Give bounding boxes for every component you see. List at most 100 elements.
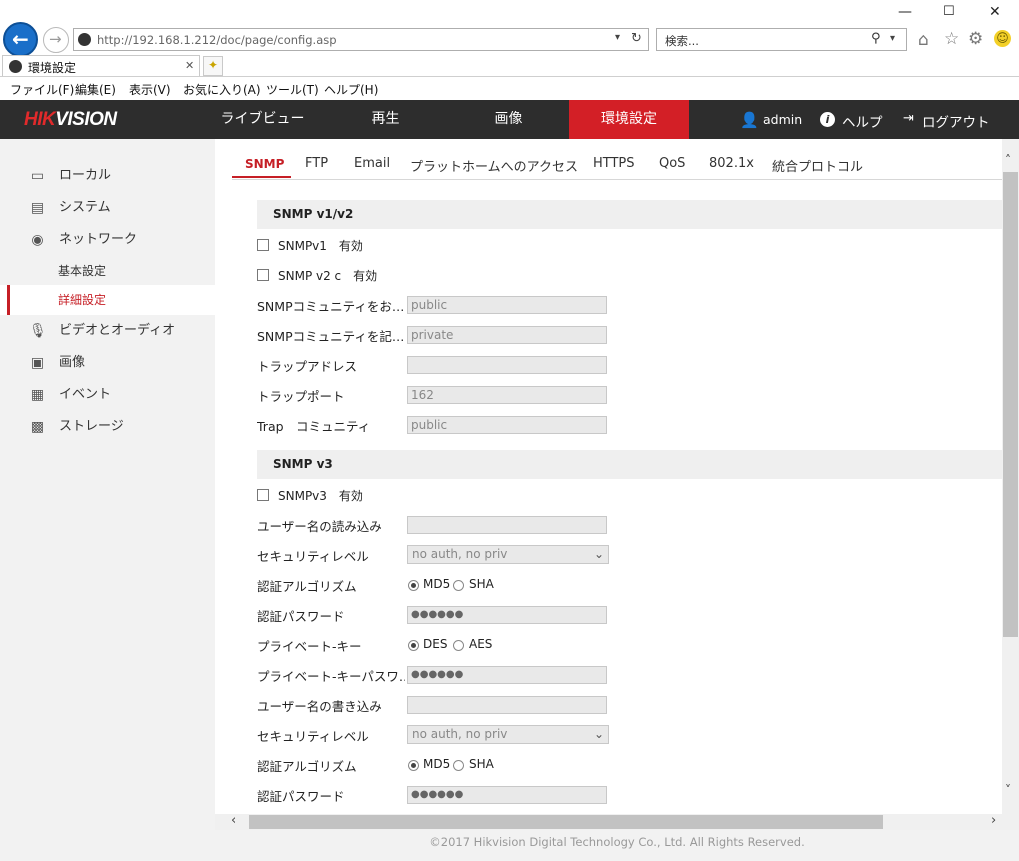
md5-radio[interactable] (408, 580, 419, 591)
snmpv1-checkbox[interactable] (257, 239, 269, 251)
sidebar-item-event[interactable]: ▦ イベント (0, 380, 215, 410)
dropdown-icon[interactable]: ▾ (615, 32, 620, 43)
forward-button[interactable]: → (43, 27, 69, 53)
snmpv3-checkbox[interactable] (257, 489, 269, 501)
help-link[interactable]: ヘルプ (842, 111, 883, 131)
globe-icon: ◉ (31, 232, 44, 248)
menu-bar: ファイル(F) 編集(E) 表示(V) お気に入り(A) ツール(T) ヘルプ(… (0, 78, 1019, 100)
back-button[interactable]: ← (3, 22, 38, 57)
tab-title: 環境設定 (28, 61, 77, 75)
security-level-2-select[interactable]: no auth, no priv ⌄ (407, 725, 609, 744)
trap-address-input[interactable] (407, 356, 607, 374)
tab-ftp[interactable]: FTP (305, 156, 328, 171)
site-icon (9, 60, 22, 73)
trap-address-label: トラップアドレス (257, 359, 358, 374)
sidebar-item-system[interactable]: ▤ システム (0, 193, 215, 223)
logout-icon: ⇥ (903, 111, 914, 126)
write-username-input[interactable] (407, 696, 607, 714)
snmpv1-label: SNMPv1 有効 (278, 239, 363, 253)
des-radio[interactable] (408, 640, 419, 651)
sidebar-item-storage[interactable]: ▩ ストレージ (0, 412, 215, 442)
menu-tools[interactable]: ツール(T) (266, 81, 319, 98)
tab-strip-divider (0, 76, 1019, 77)
private-key-password-input[interactable]: ●●●●●● (407, 666, 607, 684)
sidebar-item-video-audio[interactable]: 🎙 ビデオとオーディオ (0, 316, 215, 346)
trap-community-input[interactable]: public (407, 416, 607, 434)
write-community-input[interactable]: private (407, 326, 607, 344)
close-tab-icon[interactable]: ✕ (185, 59, 194, 72)
browser-tab[interactable]: 環境設定 ✕ (2, 55, 200, 77)
sidebar-item-local[interactable]: ▭ ローカル (0, 161, 215, 191)
calendar-icon: ▦ (30, 387, 45, 403)
sha-2-radio[interactable] (453, 760, 464, 771)
minimize-icon[interactable]: — (898, 4, 912, 20)
menu-favorites[interactable]: お気に入り(A) (183, 81, 261, 98)
md5-2-radio[interactable] (408, 760, 419, 771)
menu-file[interactable]: ファイル(F) (10, 81, 74, 98)
read-community-input[interactable]: public (407, 296, 607, 314)
auth-password-2-input[interactable]: ●●●●●● (407, 786, 607, 804)
snmpv3-label: SNMPv3 有効 (278, 489, 363, 503)
logout-link[interactable]: ログアウト (922, 111, 990, 131)
tab-8021x[interactable]: 802.1x (709, 156, 754, 171)
horizontal-scroll-thumb[interactable] (249, 815, 883, 829)
search-input[interactable]: 検索... ⚲ ▾ (656, 28, 907, 51)
gear-icon[interactable]: ⚙ (968, 29, 983, 49)
snmpv2c-checkbox[interactable] (257, 269, 269, 281)
chevron-down-icon: ⌄ (593, 547, 604, 561)
monitor-icon: ▭ (30, 168, 45, 184)
tab-snmp[interactable]: SNMP (245, 157, 284, 171)
aes-radio[interactable] (453, 640, 464, 651)
hikvision-logo: HIKVISION (24, 109, 117, 130)
search-icon[interactable]: ⚲ (871, 31, 881, 46)
sha-2-label: SHA (469, 757, 494, 771)
dropdown-icon[interactable]: ▾ (890, 33, 895, 44)
vertical-scroll-thumb[interactable] (1003, 172, 1018, 637)
sidebar-item-basic-settings[interactable]: 基本設定 (0, 256, 215, 286)
auth-algorithm-2-label: 認証アルゴリズム (257, 759, 357, 774)
nav-live-view[interactable]: ライブビュー (200, 100, 325, 139)
active-tab-underline (232, 176, 291, 178)
trap-community-label: Trap コミュニティ (257, 419, 371, 434)
write-username-label: ユーザー名の書き込み (257, 699, 382, 714)
smiley-icon[interactable]: ☺ (994, 30, 1011, 47)
scroll-up-icon[interactable]: ˄ (1005, 153, 1011, 167)
home-icon[interactable]: ⌂ (918, 30, 929, 50)
private-key-label: プライベート-キー (257, 639, 362, 654)
chevron-down-icon: ⌄ (593, 727, 604, 741)
maximize-icon[interactable]: ☐ (943, 4, 955, 19)
favorites-star-icon[interactable]: ☆ (944, 29, 959, 49)
refresh-icon[interactable]: ↻ (631, 31, 642, 46)
close-icon[interactable]: ✕ (989, 4, 1001, 20)
scroll-down-icon[interactable]: ˅ (1005, 783, 1011, 797)
footer-copyright: ©2017 Hikvision Digital Technology Co., … (215, 830, 1019, 861)
sidebar-item-advanced-settings[interactable]: 詳細設定 (0, 285, 215, 315)
menu-edit[interactable]: 編集(E) (75, 81, 116, 98)
nav-picture[interactable]: 画像 (446, 100, 571, 139)
read-username-input[interactable] (407, 516, 607, 534)
window-icon: ▤ (30, 200, 45, 216)
menu-view[interactable]: 表示(V) (129, 81, 171, 98)
tab-https[interactable]: HTTPS (593, 156, 635, 171)
nav-playback[interactable]: 再生 (323, 100, 448, 139)
mic-icon: 🎙 (29, 323, 47, 339)
tab-email[interactable]: Email (354, 156, 390, 171)
sidebar-item-network[interactable]: ◉ ネットワーク (0, 225, 215, 255)
tab-integration-protocol[interactable]: 統合プロトコル (772, 156, 863, 175)
menu-help[interactable]: ヘルプ(H) (324, 81, 378, 98)
trap-port-input[interactable]: 162 (407, 386, 607, 404)
scroll-left-icon[interactable]: ‹ (231, 813, 236, 828)
help-icon: i (820, 112, 835, 127)
sha-radio[interactable] (453, 580, 464, 591)
scroll-right-icon[interactable]: › (991, 813, 996, 828)
tab-platform-access[interactable]: プラットホームへのアクセス (410, 156, 578, 175)
new-tab-button[interactable]: ✦ (203, 56, 223, 76)
sidebar-item-image[interactable]: ▣ 画像 (0, 348, 215, 378)
nav-configuration[interactable]: 環境設定 (569, 100, 689, 139)
auth-password-input[interactable]: ●●●●●● (407, 606, 607, 624)
security-level-select[interactable]: no auth, no priv ⌄ (407, 545, 609, 564)
address-bar[interactable]: http://192.168.1.212/doc/page/config.asp… (73, 28, 649, 51)
snmpv2c-label: SNMP v2 c 有効 (278, 269, 378, 283)
tab-qos[interactable]: QoS (659, 156, 685, 171)
user-name[interactable]: admin (763, 112, 802, 127)
